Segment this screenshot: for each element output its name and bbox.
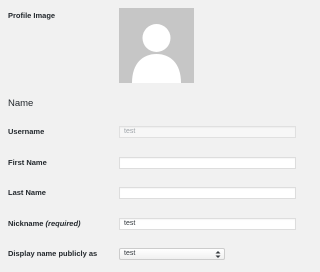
display-name-label: Display name publicly as bbox=[8, 249, 98, 258]
display-name-select[interactable]: test bbox=[119, 248, 225, 260]
default-avatar-icon bbox=[119, 8, 194, 83]
first-name-field[interactable] bbox=[119, 157, 296, 169]
name-section-title: Name bbox=[8, 98, 34, 109]
profile-avatar bbox=[119, 8, 194, 83]
last-name-label: Last Name bbox=[8, 188, 46, 197]
first-name-label: First Name bbox=[8, 158, 47, 167]
nickname-field[interactable]: test bbox=[119, 218, 296, 230]
up-down-chevron-icon bbox=[215, 250, 221, 259]
nickname-label: Nickname (required) bbox=[8, 219, 81, 229]
nickname-required-note: (required) bbox=[45, 219, 81, 228]
profile-image-label: Profile Image bbox=[8, 11, 56, 20]
username-label: Username bbox=[8, 127, 45, 136]
last-name-field[interactable] bbox=[119, 187, 296, 199]
nickname-label-text: Nickname bbox=[8, 219, 44, 228]
display-name-selected-value: test bbox=[124, 250, 136, 257]
username-field: test bbox=[119, 126, 296, 138]
